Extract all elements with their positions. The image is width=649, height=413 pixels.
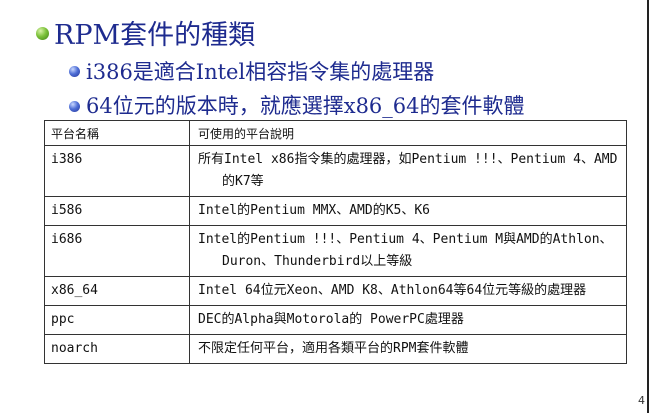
platform-cell: ppc: [44, 305, 190, 335]
platform-table: 平台名稱 可使用的平台說明 i386 所有Intel x86指令集的處理器，如P…: [44, 120, 627, 364]
desc-text: 所有Intel x86指令集的處理器，如Pentium !!!、Pentium …: [198, 152, 618, 189]
header-platform-desc: 可使用的平台說明: [189, 120, 627, 146]
slide: RPM套件的種類 i386是適合Intel相容指令集的處理器 64位元的版本時，…: [0, 0, 649, 413]
desc-text: 不限定任何平台，適用各類平台的RPM套件軟體: [198, 341, 469, 356]
table-row: i686 Intel的Pentium !!!、Pentium 4、Pentium…: [44, 225, 627, 277]
desc-cell: Intel的Pentium MMX、AMD的K5、K6: [189, 196, 627, 226]
desc-cell: Intel 64位元Xeon、AMD K8、Athlon64等64位元等級的處理…: [189, 276, 627, 306]
bullet-text-1: i386是適合Intel相容指令集的處理器: [86, 60, 435, 84]
blue-bullet-icon: [69, 66, 80, 77]
desc-text: Intel的Pentium MMX、AMD的K5、K6: [198, 203, 431, 218]
platform-cell: i386: [44, 145, 190, 197]
header-platform-name: 平台名稱: [44, 120, 190, 146]
table-row: i586 Intel的Pentium MMX、AMD的K5、K6: [44, 196, 627, 226]
green-bullet-icon: [36, 27, 49, 40]
desc-text: DEC的Alpha與Motorola的 PowerPC處理器: [198, 312, 464, 327]
table-row: x86_64 Intel 64位元Xeon、AMD K8、Athlon64等64…: [44, 276, 627, 306]
desc-text: Intel 64位元Xeon、AMD K8、Athlon64等64位元等級的處理…: [198, 283, 587, 298]
desc-cell: 所有Intel x86指令集的處理器，如Pentium !!!、Pentium …: [189, 145, 627, 197]
platform-cell: i586: [44, 196, 190, 226]
desc-cell: DEC的Alpha與Motorola的 PowerPC處理器: [189, 305, 627, 335]
desc-text: Intel的Pentium !!!、Pentium 4、Pentium M與AM…: [198, 232, 613, 269]
bullet-text-2: 64位元的版本時，就應選擇x86_64的套件軟體: [86, 94, 525, 118]
platform-cell: i686: [44, 225, 190, 277]
page-number: 4: [638, 394, 645, 407]
desc-cell: Intel的Pentium !!!、Pentium 4、Pentium M與AM…: [189, 225, 627, 277]
desc-cell: 不限定任何平台，適用各類平台的RPM套件軟體: [189, 334, 627, 364]
platform-cell: noarch: [44, 334, 190, 364]
slide-title: RPM套件的種類: [54, 20, 256, 51]
table-header-row: 平台名稱 可使用的平台說明: [44, 120, 627, 146]
table-row: noarch 不限定任何平台，適用各類平台的RPM套件軟體: [44, 334, 627, 364]
platform-cell: x86_64: [44, 276, 190, 306]
blue-bullet-icon: [69, 101, 80, 112]
table-row: i386 所有Intel x86指令集的處理器，如Pentium !!!、Pen…: [44, 145, 627, 197]
table-row: ppc DEC的Alpha與Motorola的 PowerPC處理器: [44, 305, 627, 335]
